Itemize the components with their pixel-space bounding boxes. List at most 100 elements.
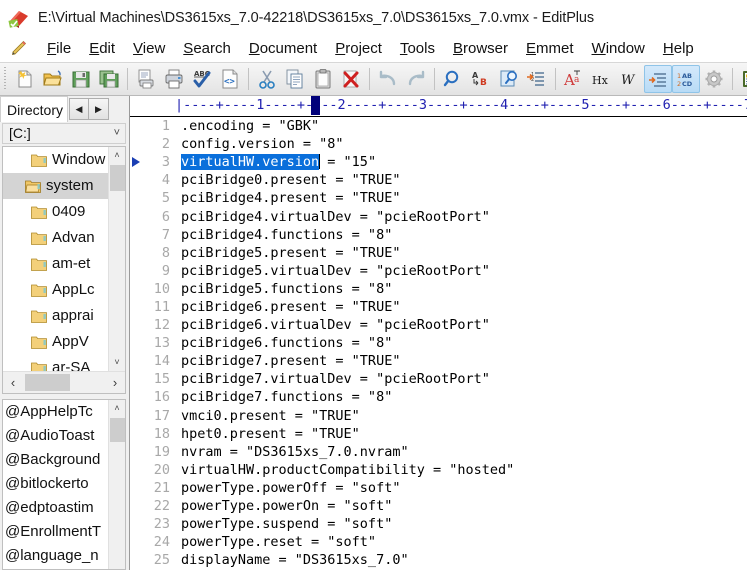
menu-search[interactable]: Search <box>174 40 240 57</box>
word-wrap-icon[interactable]: W <box>616 65 644 93</box>
drive-selector[interactable]: [C:] ˅ <box>2 123 126 144</box>
text-editor[interactable]: |----+----1----+----2----+----3----+----… <box>129 96 747 570</box>
list-item[interactable]: @AppHelpTc <box>3 400 125 424</box>
panel-next-button[interactable]: ▶ <box>89 98 110 120</box>
code-line[interactable]: 5 pciBridge4.present = "TRUE" <box>130 189 747 207</box>
scroll-left-arrow-icon[interactable]: ‹ <box>3 372 23 392</box>
code-line[interactable]: 14 pciBridge7.present = "TRUE" <box>130 352 747 370</box>
menu-help[interactable]: Help <box>654 40 703 57</box>
replace-icon[interactable]: A B <box>467 65 495 93</box>
code-line[interactable]: 4 pciBridge0.present = "TRUE" <box>130 171 747 189</box>
code-line[interactable]: 19 nvram = "DS3615xs_7.0.nvram" <box>130 443 747 461</box>
tree-item-advan[interactable]: Advan <box>3 225 125 251</box>
directory-tab[interactable]: Directory <box>0 96 69 122</box>
code-line-current[interactable]: 3 virtualHW.version = "15" <box>130 153 747 171</box>
code-line[interactable]: 21 powerType.powerOff = "soft" <box>130 479 747 497</box>
code-line[interactable]: 13 pciBridge6.functions = "8" <box>130 334 747 352</box>
tree-item-0409[interactable]: 0409 <box>3 199 125 225</box>
scroll-up-arrow-icon[interactable]: ˄ <box>109 400 126 417</box>
code-line[interactable]: 15 pciBridge7.virtualDev = "pcieRootPort… <box>130 370 747 388</box>
save-all-icon[interactable] <box>95 65 123 93</box>
line-number: 22 <box>153 498 170 515</box>
goto-line-icon[interactable]: 1 2 <box>523 65 551 93</box>
tree-item-ar-sa[interactable]: ar-SA <box>3 355 125 371</box>
tree-item-am-et[interactable]: am-et <box>3 251 125 277</box>
code-line[interactable]: 18 hpet0.present = "TRUE" <box>130 425 747 443</box>
redo-icon[interactable] <box>402 65 430 93</box>
tree-scroll-thumb[interactable] <box>110 164 125 191</box>
code-line[interactable]: 20 virtualHW.productCompatibility = "hos… <box>130 461 747 479</box>
menu-window[interactable]: Window <box>583 40 654 57</box>
code-line[interactable]: 8 pciBridge5.present = "TRUE" <box>130 244 747 262</box>
print-preview-icon[interactable] <box>132 65 160 93</box>
cut-icon[interactable] <box>253 65 281 93</box>
list-item[interactable]: @EnrollmentT <box>3 520 125 544</box>
code-line[interactable]: 11 pciBridge6.present = "TRUE" <box>130 298 747 316</box>
menu-tools[interactable]: Tools <box>391 40 444 57</box>
code-line[interactable]: 23 powerType.suspend = "soft" <box>130 515 747 533</box>
code-line[interactable]: 22 powerType.powerOn = "soft" <box>130 497 747 515</box>
code-line[interactable]: 24 powerType.reset = "soft" <box>130 533 747 551</box>
tree-hscroll-thumb[interactable] <box>25 373 70 391</box>
menu-browser[interactable]: Browser <box>444 40 517 57</box>
tree-item-apprai[interactable]: apprai <box>3 303 125 329</box>
find-icon[interactable] <box>439 65 467 93</box>
menu-view[interactable]: View <box>124 40 174 57</box>
open-file-icon[interactable] <box>39 65 67 93</box>
code-line[interactable]: 6 pciBridge4.virtualDev = "pcieRootPort" <box>130 207 747 225</box>
code-line[interactable]: 17 vmci0.present = "TRUE" <box>130 407 747 425</box>
undo-icon[interactable] <box>374 65 402 93</box>
spell-check-icon[interactable]: ABC <box>188 65 216 93</box>
list-item[interactable]: @bitlockerto <box>3 472 125 496</box>
line-numbers-icon[interactable]: 1 2 AB CD <box>672 65 700 93</box>
menu-document[interactable]: Document <box>240 40 326 57</box>
list-item[interactable]: @AudioToast <box>3 424 125 448</box>
file-list-scrollbar[interactable]: ˄ <box>108 399 126 569</box>
code-line[interactable]: 12 pciBridge6.virtualDev = "pcieRootPort… <box>130 316 747 334</box>
delete-icon[interactable] <box>337 65 365 93</box>
code-line[interactable]: 16 pciBridge7.functions = "8" <box>130 388 747 406</box>
tree-horizontal-scrollbar[interactable]: ‹ › <box>3 370 125 393</box>
code-line[interactable]: 2 config.version = "8" <box>130 135 747 153</box>
editplus-window: E:\Virtual Machines\DS3615xs_7.0-42218\D… <box>0 0 747 570</box>
find-in-files-icon[interactable] <box>495 65 523 93</box>
indent-icon[interactable] <box>644 65 672 93</box>
tree-item-window[interactable]: Window <box>3 147 125 173</box>
panel-prev-button[interactable]: ◀ <box>69 98 90 120</box>
file-scroll-thumb[interactable] <box>110 417 125 442</box>
line-number: 3 <box>161 154 170 171</box>
code-line[interactable]: 7 pciBridge4.functions = "8" <box>130 226 747 244</box>
menu-file[interactable]: File <box>38 40 80 57</box>
list-item[interactable]: @Background <box>3 448 125 472</box>
folder-open-icon <box>25 179 41 193</box>
new-file-icon[interactable] <box>11 65 39 93</box>
scroll-right-arrow-icon[interactable]: › <box>105 372 125 392</box>
copy-icon[interactable] <box>281 65 309 93</box>
tree-item-applc[interactable]: AppLc <box>3 277 125 303</box>
code-line[interactable]: 10 pciBridge5.functions = "8" <box>130 280 747 298</box>
tree-vertical-scrollbar[interactable]: ˄ ˅ <box>108 146 126 371</box>
code-line[interactable]: 25 displayName = "DS3615xs_7.0" <box>130 551 747 569</box>
font-icon[interactable]: A a <box>560 65 588 93</box>
hex-viewer-icon[interactable]: Hx <box>588 65 616 93</box>
code-area[interactable]: 1 .encoding = "GBK" 2 config.version = "… <box>130 117 747 570</box>
code-line[interactable]: 1 .encoding = "GBK" <box>130 117 747 135</box>
save-icon[interactable] <box>67 65 95 93</box>
document-selector-icon[interactable] <box>737 65 747 93</box>
print-icon[interactable] <box>160 65 188 93</box>
toolbar-grip[interactable] <box>2 67 9 91</box>
scroll-up-arrow-icon[interactable]: ˄ <box>109 147 126 164</box>
menu-emmet[interactable]: Emmet <box>517 40 583 57</box>
preferences-icon[interactable] <box>700 65 728 93</box>
line-text: nvram = "DS3615xs_7.0.nvram" <box>181 443 409 460</box>
menu-edit[interactable]: Edit <box>80 40 124 57</box>
code-line[interactable]: 9 pciBridge5.virtualDev = "pcieRootPort" <box>130 262 747 280</box>
paste-icon[interactable] <box>309 65 337 93</box>
list-item[interactable]: @edptoastim <box>3 496 125 520</box>
menu-project[interactable]: Project <box>326 40 391 57</box>
list-item[interactable]: @language_n <box>3 544 125 568</box>
view-in-browser-icon[interactable]: <> <box>216 65 244 93</box>
tree-item-appv[interactable]: AppV <box>3 329 125 355</box>
tree-item-system[interactable]: system <box>3 172 125 199</box>
scroll-down-arrow-icon[interactable]: ˅ <box>109 354 126 371</box>
